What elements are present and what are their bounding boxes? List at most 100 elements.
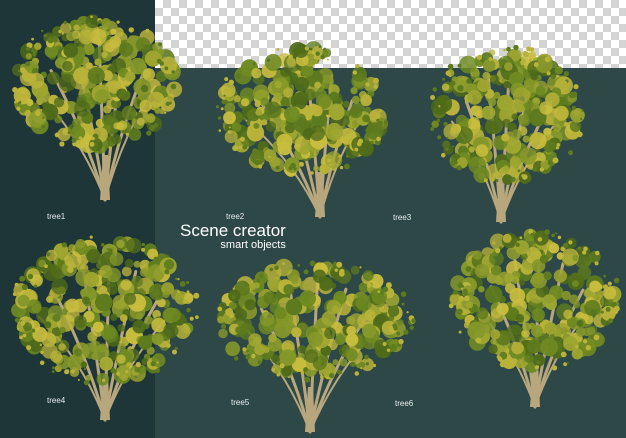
foliage-clump	[162, 290, 170, 299]
foliage-clump	[527, 50, 537, 60]
leaf-speck	[400, 291, 407, 297]
foliage-clump	[561, 290, 571, 301]
leaf-speck	[462, 288, 468, 294]
leaf-speck	[231, 328, 234, 332]
foliage-clump	[539, 254, 549, 264]
leaf-speck	[19, 67, 26, 74]
leaf-speck	[556, 75, 559, 78]
leaf-speck	[600, 310, 604, 314]
leaf-speck	[300, 370, 304, 375]
headline: Scene creator smart objects	[180, 221, 286, 251]
leaf-speck	[507, 356, 511, 360]
leaf-speck	[288, 166, 293, 171]
foliage-clump	[267, 277, 279, 290]
leaf-speck	[256, 278, 261, 283]
leaf-speck	[220, 107, 224, 111]
foliage-clump	[553, 269, 567, 283]
foliage-clump	[280, 66, 291, 77]
foliage-clump	[116, 354, 126, 364]
leaf-speck	[245, 290, 250, 295]
leaf-speck	[232, 145, 239, 152]
leaf-speck	[472, 268, 475, 271]
foliage-clump	[25, 53, 32, 60]
leaf-speck	[350, 361, 356, 368]
foliage-clump	[583, 289, 592, 298]
leaf-speck	[583, 260, 586, 263]
leaf-speck	[224, 77, 229, 82]
foliage-clump	[349, 105, 363, 119]
foliage-clump	[68, 244, 76, 252]
leaf-speck	[25, 61, 31, 67]
leaf-speck	[446, 136, 449, 139]
foliage-clump	[117, 343, 126, 352]
foliage-clump	[547, 78, 556, 86]
leaf-speck	[370, 140, 374, 145]
foliage-clump	[324, 327, 336, 340]
leaf-speck	[101, 243, 105, 247]
leaf-speck	[411, 318, 416, 323]
leaf-speck	[244, 282, 247, 285]
leaf-speck	[556, 143, 561, 147]
foliage-clump	[475, 264, 490, 279]
foliage-clump	[101, 18, 111, 28]
leaf-speck	[528, 58, 532, 62]
foliage-clump	[80, 361, 88, 368]
foliage-clump	[502, 165, 510, 172]
foliage-clump	[554, 66, 563, 75]
leaf-speck	[276, 48, 280, 51]
leaf-speck	[456, 165, 462, 171]
leaf-speck	[27, 314, 30, 318]
foliage-clump	[299, 280, 309, 291]
foliage-clump	[140, 84, 149, 93]
leaf-speck	[229, 313, 234, 319]
leaf-speck	[42, 116, 45, 119]
foliage-clump	[106, 267, 121, 283]
foliage-clump	[529, 132, 547, 150]
foliage-clump	[116, 88, 128, 100]
foliage-clump	[65, 298, 80, 313]
foliage-clump	[332, 359, 339, 366]
leaf-speck	[436, 118, 441, 123]
foliage-clump	[346, 325, 357, 336]
foliage-clump	[522, 322, 532, 332]
foliage-clump	[313, 165, 320, 172]
leaf-speck	[320, 55, 325, 60]
leaf-speck	[177, 290, 180, 293]
foliage-clump	[72, 118, 81, 127]
foliage-clump	[285, 298, 303, 316]
leaf-speck	[287, 376, 290, 379]
leaf-speck	[326, 158, 331, 163]
foliage-clump	[514, 240, 529, 255]
foliage-clump	[548, 243, 560, 254]
foliage-clump	[355, 294, 372, 311]
leaf-speck	[51, 370, 55, 373]
foliage-clump	[335, 334, 346, 346]
foliage-clump	[459, 55, 478, 74]
leaf-speck	[19, 335, 23, 340]
leaf-speck	[605, 307, 611, 312]
leaf-speck	[40, 350, 44, 354]
foliage-clump	[62, 60, 73, 72]
leaf-speck	[608, 318, 613, 324]
tree-label-1: tree1	[47, 212, 66, 221]
leaf-speck	[158, 102, 163, 107]
leaf-speck	[185, 280, 190, 285]
foliage-clump	[488, 344, 498, 354]
foliage-clump	[484, 120, 499, 134]
leaf-speck	[367, 283, 372, 288]
leaf-speck	[63, 20, 67, 25]
foliage-clump	[263, 149, 277, 162]
foliage-clump	[519, 147, 537, 165]
foliage-clump	[542, 294, 557, 309]
leaf-speck	[276, 361, 280, 365]
foliage-clump	[351, 95, 360, 104]
leaf-speck	[580, 117, 583, 121]
leaf-speck	[554, 152, 557, 155]
foliage-clump	[314, 81, 321, 89]
leaf-speck	[77, 379, 80, 381]
leaf-speck	[218, 129, 222, 132]
leaf-speck	[453, 290, 458, 295]
leaf-speck	[445, 147, 449, 151]
tree-image-6	[448, 222, 622, 412]
leaf-speck	[252, 62, 256, 66]
